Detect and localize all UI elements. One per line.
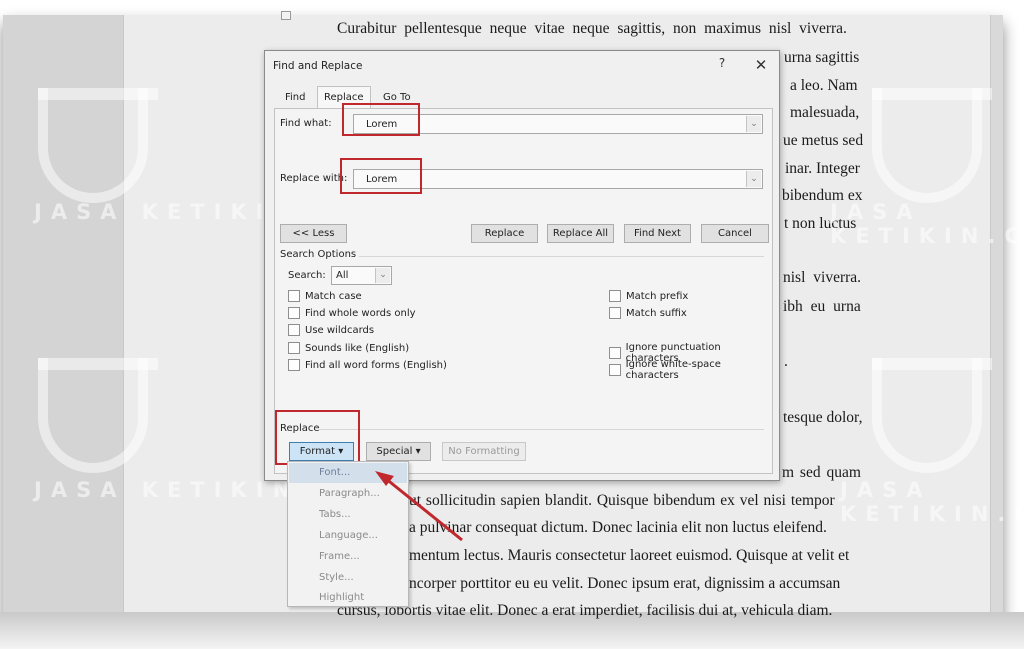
doc-line: malesuada, <box>790 104 860 121</box>
checkbox-box[interactable] <box>288 342 300 354</box>
doc-line: urna sagittis <box>784 49 860 66</box>
checkbox-box[interactable] <box>609 307 621 319</box>
page-corner-mark <box>281 11 291 20</box>
word-forms-checkbox[interactable]: Find all word forms (English) <box>288 359 447 371</box>
format-menu: Font... Paragraph... Tabs... Language...… <box>287 461 409 607</box>
find-what-label: Find what: <box>280 118 332 129</box>
menu-item-style[interactable]: Style... <box>289 568 407 588</box>
search-direction-label: Search: <box>288 270 326 281</box>
chevron-down-icon[interactable]: ⌄ <box>375 268 390 283</box>
checkbox-label: Match suffix <box>626 307 687 319</box>
dialog-title: Find and Replace <box>273 60 363 72</box>
replace-all-button[interactable]: Replace All <box>547 224 614 243</box>
checkbox-label: Match case <box>305 290 362 302</box>
highlight-replace-with <box>340 158 422 194</box>
doc-line: a pulvinar consequat dictum. Donec lacin… <box>409 519 827 536</box>
highlight-format <box>275 410 360 465</box>
menu-item-font[interactable]: Font... <box>289 463 407 483</box>
checkbox-box[interactable] <box>609 347 621 359</box>
doc-line: ncorper porttitor eu eu velit. Donec ips… <box>409 575 841 592</box>
sounds-like-checkbox[interactable]: Sounds like (English) <box>288 342 409 354</box>
cancel-button[interactable]: Cancel <box>701 224 769 243</box>
checkbox-box[interactable] <box>609 290 621 302</box>
close-icon[interactable]: ✕ <box>752 56 770 74</box>
no-formatting-button[interactable]: No Formatting <box>442 442 526 461</box>
doc-line: Curabitur pellentesque neque vitae neque… <box>337 20 847 37</box>
doc-line: a leo. Nam <box>790 77 858 94</box>
checkbox-box[interactable] <box>609 364 621 376</box>
match-suffix-checkbox[interactable]: Match suffix <box>609 307 687 319</box>
checkbox-label: Use wildcards <box>305 324 375 336</box>
doc-line: nisl viverra. <box>783 269 862 286</box>
doc-line: tesque dolor, <box>783 409 863 426</box>
checkbox-label: Ignore white-space characters <box>625 359 721 381</box>
replace-button[interactable]: Replace <box>471 224 538 243</box>
less-button[interactable]: << Less <box>280 224 347 243</box>
doc-line: mentum lectus. Mauris consectetur laoree… <box>409 547 850 564</box>
watermark-logo <box>38 358 148 473</box>
menu-item-language[interactable]: Language... <box>289 526 407 546</box>
chevron-down-icon[interactable]: ⌄ <box>746 171 761 187</box>
search-direction-value: All <box>336 270 349 281</box>
checkbox-box[interactable] <box>288 290 300 302</box>
search-direction-select[interactable]: All ⌄ <box>331 266 392 285</box>
window-right-edge <box>991 15 1003 625</box>
doc-line: cursus, lobortis vitae elit. Donec a era… <box>337 602 833 619</box>
replace-with-label: Replace with: <box>280 173 348 184</box>
replace-tab-panel: Find what: Lorem ⌄ Replace with: Lorem ⌄… <box>274 103 773 474</box>
checkbox-label: Sounds like (English) <box>305 342 410 354</box>
watermark-text: JASA KETIKIN.COM <box>840 478 1024 526</box>
checkbox-box[interactable] <box>288 307 300 319</box>
checkbox-label: Find all word forms (English) <box>305 359 447 371</box>
chevron-down-icon[interactable]: ⌄ <box>746 116 761 132</box>
ignore-whitespace-checkbox[interactable]: Ignore white-space characters <box>609 359 772 381</box>
watermark-text: JASA KETIKIN.COM <box>830 200 1024 248</box>
doc-line: ue metus sed <box>783 132 864 149</box>
match-prefix-checkbox[interactable]: Match prefix <box>609 290 688 302</box>
highlight-find-what <box>342 103 420 136</box>
tab-find[interactable]: Find <box>279 89 312 108</box>
checkbox-box[interactable] <box>288 359 300 371</box>
doc-line: ut sollicitudin sapien blandit. Quisque … <box>409 492 835 509</box>
watermark-logo <box>38 88 148 203</box>
doc-line: . <box>784 353 788 370</box>
checkbox-label: Match prefix <box>626 290 689 302</box>
search-options-divider <box>359 256 764 257</box>
replace-section-divider <box>319 429 764 430</box>
doc-line: inar. Integer <box>785 160 860 177</box>
watermark-logo <box>872 88 982 203</box>
menu-item-tabs[interactable]: Tabs... <box>289 505 407 525</box>
find-next-button[interactable]: Find Next <box>624 224 691 243</box>
menu-item-paragraph[interactable]: Paragraph... <box>289 484 407 504</box>
checkbox-label: Find whole words only <box>305 307 416 319</box>
help-icon[interactable]: ? <box>715 56 729 74</box>
checkbox-box[interactable] <box>288 324 300 336</box>
whole-words-checkbox[interactable]: Find whole words only <box>288 307 416 319</box>
menu-item-highlight[interactable]: Highlight <box>289 588 407 608</box>
match-case-checkbox[interactable]: Match case <box>288 290 362 302</box>
use-wildcards-checkbox[interactable]: Use wildcards <box>288 324 374 336</box>
search-options-title: Search Options <box>280 249 357 260</box>
menu-item-frame[interactable]: Frame... <box>289 547 407 567</box>
find-replace-dialog: Find and Replace ? ✕ Find Replace Go To … <box>264 50 780 481</box>
special-button[interactable]: Special ▾ <box>366 442 431 461</box>
doc-line: ibh eu urna <box>783 298 861 315</box>
watermark-logo <box>872 358 982 473</box>
